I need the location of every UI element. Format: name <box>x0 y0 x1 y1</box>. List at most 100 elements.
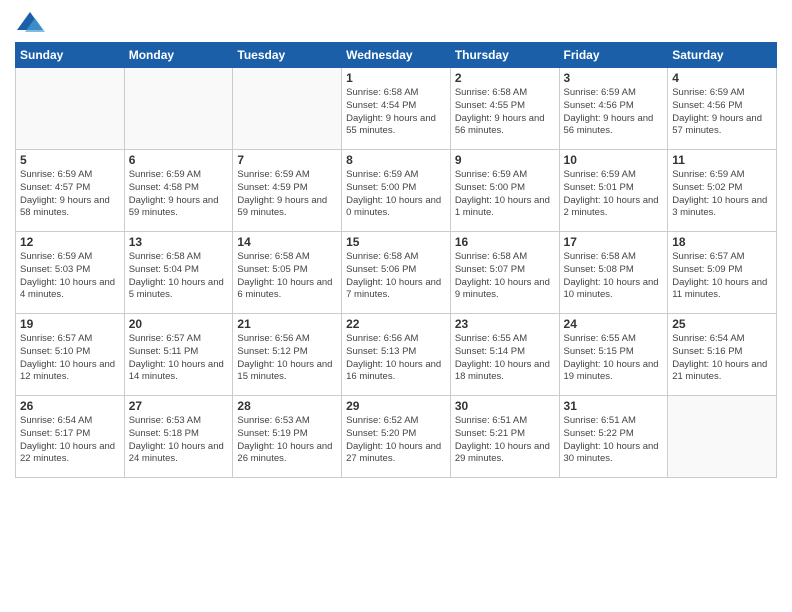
day-number: 17 <box>564 235 664 249</box>
day-number: 26 <box>20 399 120 413</box>
day-info: Sunrise: 6:58 AM Sunset: 5:08 PM Dayligh… <box>564 251 664 302</box>
day-info: Sunrise: 6:59 AM Sunset: 5:02 PM Dayligh… <box>672 169 772 220</box>
day-info: Sunrise: 6:55 AM Sunset: 5:15 PM Dayligh… <box>564 333 664 384</box>
day-number: 4 <box>672 71 772 85</box>
calendar-cell: 25 Sunrise: 6:54 AM Sunset: 5:16 PM Dayli… <box>668 314 777 396</box>
day-info: Sunrise: 6:53 AM Sunset: 5:18 PM Dayligh… <box>129 415 229 466</box>
day-number: 19 <box>20 317 120 331</box>
calendar-cell: 6 Sunrise: 6:59 AM Sunset: 4:58 PM Daylig… <box>124 150 233 232</box>
day-info: Sunrise: 6:55 AM Sunset: 5:14 PM Dayligh… <box>455 333 555 384</box>
day-info: Sunrise: 6:59 AM Sunset: 4:56 PM Dayligh… <box>672 87 772 138</box>
day-number: 27 <box>129 399 229 413</box>
day-number: 12 <box>20 235 120 249</box>
main-container: SundayMondayTuesdayWednesdayThursdayFrid… <box>0 0 792 612</box>
day-info: Sunrise: 6:58 AM Sunset: 4:55 PM Dayligh… <box>455 87 555 138</box>
calendar-cell <box>233 68 342 150</box>
day-info: Sunrise: 6:57 AM Sunset: 5:11 PM Dayligh… <box>129 333 229 384</box>
calendar-cell: 9 Sunrise: 6:59 AM Sunset: 5:00 PM Daylig… <box>450 150 559 232</box>
day-number: 5 <box>20 153 120 167</box>
calendar-week-3: 12Sunrise: 6:59 AM Sunset: 5:03 PM Dayli… <box>16 232 777 314</box>
day-info: Sunrise: 6:58 AM Sunset: 5:06 PM Dayligh… <box>346 251 446 302</box>
calendar-cell: 10Sunrise: 6:59 AM Sunset: 5:01 PM Dayli… <box>559 150 668 232</box>
day-info: Sunrise: 6:58 AM Sunset: 5:05 PM Dayligh… <box>237 251 337 302</box>
day-info: Sunrise: 6:53 AM Sunset: 5:19 PM Dayligh… <box>237 415 337 466</box>
day-info: Sunrise: 6:57 AM Sunset: 5:09 PM Dayligh… <box>672 251 772 302</box>
calendar-cell: 20 Sunrise: 6:57 AM Sunset: 5:11 PM Dayli… <box>124 314 233 396</box>
day-number: 3 <box>564 71 664 85</box>
logo-icon <box>15 10 45 34</box>
day-info: Sunrise: 6:51 AM Sunset: 5:21 PM Dayligh… <box>455 415 555 466</box>
day-info: Sunrise: 6:57 AM Sunset: 5:10 PM Dayligh… <box>20 333 120 384</box>
day-number: 2 <box>455 71 555 85</box>
day-number: 25 <box>672 317 772 331</box>
day-info: Sunrise: 6:58 AM Sunset: 4:54 PM Dayligh… <box>346 87 446 138</box>
calendar-header-row: SundayMondayTuesdayWednesdayThursdayFrid… <box>16 43 777 68</box>
day-info: Sunrise: 6:54 AM Sunset: 5:16 PM Dayligh… <box>672 333 772 384</box>
calendar-cell: 30 Sunrise: 6:51 AM Sunset: 5:21 PM Dayli… <box>450 396 559 478</box>
day-info: Sunrise: 6:52 AM Sunset: 5:20 PM Dayligh… <box>346 415 446 466</box>
calendar-cell: 21 Sunrise: 6:56 AM Sunset: 5:12 PM Dayli… <box>233 314 342 396</box>
day-info: Sunrise: 6:59 AM Sunset: 5:00 PM Dayligh… <box>455 169 555 220</box>
calendar-cell: 23Sunrise: 6:55 AM Sunset: 5:14 PM Dayli… <box>450 314 559 396</box>
day-number: 30 <box>455 399 555 413</box>
calendar-header-wednesday: Wednesday <box>342 43 451 68</box>
calendar-cell: 14Sunrise: 6:58 AM Sunset: 5:05 PM Dayli… <box>233 232 342 314</box>
calendar-week-2: 5 Sunrise: 6:59 AM Sunset: 4:57 PM Daylig… <box>16 150 777 232</box>
day-number: 8 <box>346 153 446 167</box>
day-info: Sunrise: 6:59 AM Sunset: 4:57 PM Dayligh… <box>20 169 120 220</box>
calendar-cell: 17 Sunrise: 6:58 AM Sunset: 5:08 PM Dayli… <box>559 232 668 314</box>
day-number: 16 <box>455 235 555 249</box>
day-number: 11 <box>672 153 772 167</box>
calendar-cell: 5 Sunrise: 6:59 AM Sunset: 4:57 PM Daylig… <box>16 150 125 232</box>
day-info: Sunrise: 6:51 AM Sunset: 5:22 PM Dayligh… <box>564 415 664 466</box>
day-number: 7 <box>237 153 337 167</box>
day-info: Sunrise: 6:56 AM Sunset: 5:13 PM Dayligh… <box>346 333 446 384</box>
calendar-header-friday: Friday <box>559 43 668 68</box>
day-number: 1 <box>346 71 446 85</box>
day-info: Sunrise: 6:56 AM Sunset: 5:12 PM Dayligh… <box>237 333 337 384</box>
calendar-cell: 12Sunrise: 6:59 AM Sunset: 5:03 PM Dayli… <box>16 232 125 314</box>
calendar-table: SundayMondayTuesdayWednesdayThursdayFrid… <box>15 42 777 478</box>
calendar-header-monday: Monday <box>124 43 233 68</box>
calendar-cell: 15Sunrise: 6:58 AM Sunset: 5:06 PM Dayli… <box>342 232 451 314</box>
calendar-cell: 2 Sunrise: 6:58 AM Sunset: 4:55 PM Daylig… <box>450 68 559 150</box>
day-number: 10 <box>564 153 664 167</box>
day-info: Sunrise: 6:59 AM Sunset: 4:58 PM Dayligh… <box>129 169 229 220</box>
day-info: Sunrise: 6:54 AM Sunset: 5:17 PM Dayligh… <box>20 415 120 466</box>
calendar-cell: 16Sunrise: 6:58 AM Sunset: 5:07 PM Dayli… <box>450 232 559 314</box>
calendar-cell: 3Sunrise: 6:59 AM Sunset: 4:56 PM Daylig… <box>559 68 668 150</box>
day-number: 20 <box>129 317 229 331</box>
calendar-week-5: 26 Sunrise: 6:54 AM Sunset: 5:17 PM Dayli… <box>16 396 777 478</box>
calendar-cell: 28 Sunrise: 6:53 AM Sunset: 5:19 PM Dayli… <box>233 396 342 478</box>
calendar-header-tuesday: Tuesday <box>233 43 342 68</box>
calendar-cell: 8Sunrise: 6:59 AM Sunset: 5:00 PM Daylig… <box>342 150 451 232</box>
calendar-cell: 1 Sunrise: 6:58 AM Sunset: 4:54 PM Daylig… <box>342 68 451 150</box>
calendar-cell: 11 Sunrise: 6:59 AM Sunset: 5:02 PM Dayli… <box>668 150 777 232</box>
day-number: 28 <box>237 399 337 413</box>
calendar-cell: 22 Sunrise: 6:56 AM Sunset: 5:13 PM Dayli… <box>342 314 451 396</box>
day-number: 21 <box>237 317 337 331</box>
calendar-header-sunday: Sunday <box>16 43 125 68</box>
day-number: 13 <box>129 235 229 249</box>
calendar-header-saturday: Saturday <box>668 43 777 68</box>
calendar-cell: 19 Sunrise: 6:57 AM Sunset: 5:10 PM Dayli… <box>16 314 125 396</box>
calendar-cell <box>124 68 233 150</box>
calendar-cell: 13 Sunrise: 6:58 AM Sunset: 5:04 PM Dayli… <box>124 232 233 314</box>
calendar-cell <box>16 68 125 150</box>
day-number: 6 <box>129 153 229 167</box>
day-number: 29 <box>346 399 446 413</box>
day-number: 31 <box>564 399 664 413</box>
calendar-cell: 26 Sunrise: 6:54 AM Sunset: 5:17 PM Dayli… <box>16 396 125 478</box>
calendar-cell: 31 Sunrise: 6:51 AM Sunset: 5:22 PM Dayli… <box>559 396 668 478</box>
day-info: Sunrise: 6:58 AM Sunset: 5:04 PM Dayligh… <box>129 251 229 302</box>
day-number: 18 <box>672 235 772 249</box>
calendar-cell: 24Sunrise: 6:55 AM Sunset: 5:15 PM Dayli… <box>559 314 668 396</box>
calendar-cell: 7Sunrise: 6:59 AM Sunset: 4:59 PM Daylig… <box>233 150 342 232</box>
day-number: 9 <box>455 153 555 167</box>
calendar-cell: 27 Sunrise: 6:53 AM Sunset: 5:18 PM Dayli… <box>124 396 233 478</box>
header <box>15 10 777 34</box>
day-number: 22 <box>346 317 446 331</box>
calendar-cell: 18 Sunrise: 6:57 AM Sunset: 5:09 PM Dayli… <box>668 232 777 314</box>
calendar-week-1: 1 Sunrise: 6:58 AM Sunset: 4:54 PM Daylig… <box>16 68 777 150</box>
calendar-cell: 29 Sunrise: 6:52 AM Sunset: 5:20 PM Dayli… <box>342 396 451 478</box>
